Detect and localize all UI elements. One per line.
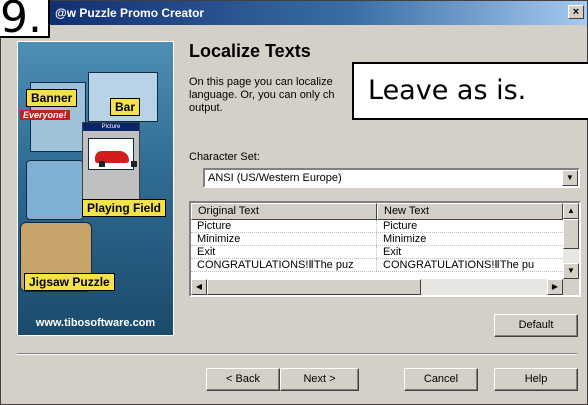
original-text-cell: Exit xyxy=(191,246,377,258)
localize-text-table[interactable]: Original Text New Text Picture Picture M… xyxy=(189,201,581,297)
puzzle-piece-image xyxy=(26,160,84,220)
picture-window-title: Picture xyxy=(83,123,139,131)
page-title: Localize Texts xyxy=(189,41,311,61)
next-button[interactable]: Next > xyxy=(280,368,359,391)
table-row[interactable]: Picture Picture xyxy=(191,220,563,233)
cancel-button[interactable]: Cancel xyxy=(404,368,478,391)
scroll-down-icon[interactable]: ▼ xyxy=(563,263,579,279)
help-button[interactable]: Help xyxy=(494,368,578,391)
horizontal-scroll-thumb[interactable] xyxy=(207,279,421,295)
back-button[interactable]: < Back xyxy=(206,368,280,391)
close-button[interactable]: × xyxy=(568,5,584,19)
separator xyxy=(17,353,577,355)
chevron-down-icon[interactable]: ▼ xyxy=(562,170,578,186)
website-url: www.tibosoftware.com xyxy=(35,317,156,329)
car-image xyxy=(88,138,137,170)
horizontal-scrollbar[interactable]: ◀ ▶ xyxy=(191,279,563,295)
original-text-cell: Picture xyxy=(191,220,377,232)
title-bar: @w Puzzle Promo Creator × xyxy=(1,1,587,25)
vertical-scrollbar[interactable]: ▲ ▼ xyxy=(563,203,579,279)
wizard-window: @w Puzzle Promo Creator × Picture Banner… xyxy=(0,0,588,405)
everyone-label: Everyone! xyxy=(20,110,70,120)
table-row[interactable]: CONGRATULATIONS!ⅡThe puz CONGRATULATIONS… xyxy=(191,259,563,272)
vertical-scroll-thumb[interactable] xyxy=(563,219,579,249)
charset-label: Character Set: xyxy=(189,151,260,163)
table-header: Original Text New Text xyxy=(191,203,563,220)
table-row[interactable]: Minimize Minimize xyxy=(191,233,563,246)
original-text-cell: Minimize xyxy=(191,233,377,245)
default-button[interactable]: Default xyxy=(494,314,578,337)
new-text-cell[interactable]: Picture xyxy=(377,220,563,232)
side-banner-image: Picture Banner Everyone! Bar Playing Fie… xyxy=(17,41,174,336)
jigsaw-puzzle-label: Jigsaw Puzzle xyxy=(24,273,115,291)
charset-select[interactable]: ANSI (US/Western Europe) ▼ xyxy=(203,168,580,188)
step-number-callout: 9. xyxy=(0,0,50,42)
charset-value: ANSI (US/Western Europe) xyxy=(208,172,342,184)
bar-label: Bar xyxy=(110,98,141,116)
column-header-new[interactable]: New Text xyxy=(377,203,563,220)
playing-field-label: Playing Field xyxy=(82,199,167,217)
annotation-callout: Leave as is. xyxy=(352,62,588,120)
original-text-cell: CONGRATULATIONS!ⅡThe puz xyxy=(191,259,377,271)
table-body: Picture Picture Minimize Minimize Exit E… xyxy=(191,220,563,272)
scrollbar-corner xyxy=(563,279,579,295)
column-header-original[interactable]: Original Text xyxy=(191,203,377,220)
table-row[interactable]: Exit Exit xyxy=(191,246,563,259)
scroll-left-icon[interactable]: ◀ xyxy=(191,279,207,295)
page-description: On this page you can localize language. … xyxy=(189,76,335,114)
new-text-cell[interactable]: Exit xyxy=(377,246,563,258)
new-text-cell[interactable]: Minimize xyxy=(377,233,563,245)
new-text-cell[interactable]: CONGRATULATIONS!ⅡThe pu xyxy=(377,259,563,271)
scroll-right-icon[interactable]: ▶ xyxy=(547,279,563,295)
window-title: @w Puzzle Promo Creator xyxy=(55,6,205,20)
scroll-up-icon[interactable]: ▲ xyxy=(563,203,579,219)
banner-label: Banner xyxy=(26,89,78,107)
